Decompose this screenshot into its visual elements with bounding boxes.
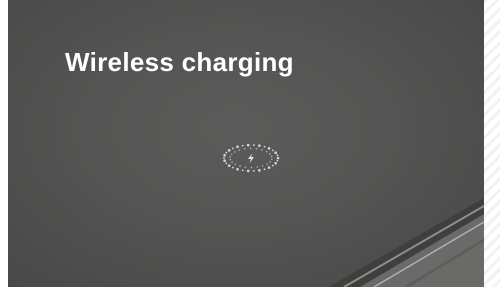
ring-dot: [232, 166, 234, 169]
ring-dot: [223, 154, 226, 157]
ring-dot: [267, 147, 271, 150]
ring-dot: [241, 169, 244, 172]
ring-dot-inner: [229, 156, 231, 158]
ring-dot: [252, 144, 255, 146]
ring-dot: [271, 149, 274, 152]
ring-dot-inner: [266, 163, 268, 165]
ring-dot: [225, 151, 228, 154]
ring-dot: [276, 156, 280, 160]
ring-dot: [274, 161, 277, 165]
ring-dot-inner: [231, 161, 233, 163]
ring-dot: [252, 170, 255, 172]
ring-dot: [276, 159, 279, 162]
ring-dot: [223, 157, 225, 159]
charging-ring-icon: [223, 143, 280, 173]
ring-dot-inner: [269, 160, 272, 163]
lightning-bolt-icon: [248, 153, 254, 164]
ring-dot-inner: [255, 148, 258, 150]
ring-dot-inner: [256, 166, 259, 168]
ring-dot: [232, 147, 234, 150]
ring-dot: [263, 168, 266, 171]
ring-dot-inner: [271, 158, 273, 160]
ring-dot-inner: [244, 166, 247, 168]
ring-dot-inner: [234, 163, 237, 166]
photo-frame: Wireless charging: [0, 0, 500, 287]
feature-title: Wireless charging: [65, 47, 294, 77]
margin-hatching: [484, 0, 500, 287]
ring-dot-inner: [239, 165, 241, 167]
ring-dot-inner: [249, 147, 252, 150]
ring-dot-inner: [234, 151, 236, 153]
ring-dot: [227, 149, 231, 152]
ring-dot-inner: [261, 165, 264, 167]
ring-dot: [241, 144, 244, 147]
ring-dot: [223, 159, 226, 162]
ring-dot: [258, 144, 261, 147]
ring-dot-inner: [261, 149, 263, 151]
ring-dot: [258, 169, 261, 172]
ring-dot: [246, 143, 250, 147]
ring-dot-inner: [238, 149, 241, 151]
ring-dot-inner: [265, 150, 268, 153]
ring-dot: [271, 164, 274, 167]
ring-dot: [263, 145, 266, 148]
ring-dot: [267, 166, 271, 169]
ring-dot: [246, 169, 250, 173]
ring-dot: [225, 162, 228, 165]
ring-dot-inner: [229, 158, 232, 161]
ring-dot: [227, 164, 231, 167]
ring-dot: [276, 154, 279, 157]
ring-dot-inner: [269, 153, 271, 155]
ring-dot: [236, 167, 239, 171]
ring-dot: [236, 145, 239, 149]
ring-dot-inner: [243, 148, 246, 150]
ring-dot-inner: [270, 155, 273, 158]
ring-dot: [274, 151, 277, 155]
ring-dot-inner: [250, 166, 253, 169]
charging-pad-surface: Wireless charging: [8, 0, 484, 287]
ring-dot-inner: [230, 153, 233, 156]
